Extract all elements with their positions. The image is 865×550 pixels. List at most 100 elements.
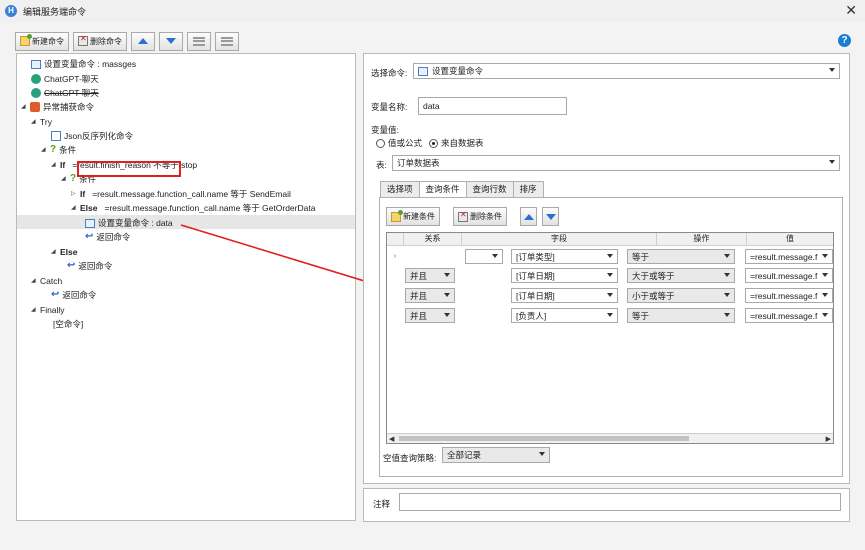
move-up-button[interactable] bbox=[131, 31, 155, 51]
delete-command-button[interactable]: 删除命令 bbox=[73, 31, 127, 51]
close-button[interactable]: ✕ bbox=[845, 3, 857, 17]
condition-grid[interactable]: 关系 字段 操作 值 › [订单类型] 等于 =result.message.f… bbox=[386, 232, 834, 444]
tab-sort[interactable]: 排序 bbox=[512, 181, 544, 197]
tree-item[interactable]: ▷ If =result.message.function_call.name … bbox=[71, 187, 291, 201]
collapsed-caret-icon[interactable]: ▷ bbox=[71, 187, 77, 201]
set-variable-icon bbox=[85, 218, 95, 228]
tree-item[interactable]: ◢ Try bbox=[31, 115, 52, 129]
expand-all-button[interactable] bbox=[187, 31, 211, 51]
move-down-button[interactable] bbox=[159, 31, 183, 51]
dropdown-arrow-icon bbox=[724, 313, 730, 317]
tree-item-label: 条件 bbox=[59, 145, 77, 155]
condition-up-button[interactable] bbox=[520, 207, 537, 226]
table-dropdown[interactable]: 订单数据表 bbox=[392, 155, 840, 171]
field-dropdown[interactable]: [订单日期] bbox=[511, 288, 618, 303]
tree-item-label: =result.message.function_call.name 等于 Se… bbox=[92, 189, 291, 199]
expand-caret-icon[interactable]: ◢ bbox=[31, 303, 37, 317]
notes-input[interactable] bbox=[399, 493, 841, 511]
scroll-left-icon[interactable]: ◀ bbox=[389, 435, 394, 443]
relation-dropdown[interactable]: 并且 bbox=[405, 288, 455, 303]
tree-item[interactable]: ◢ Else bbox=[51, 245, 78, 259]
tree-item-label: 异常捕获命令 bbox=[43, 102, 95, 112]
value-dropdown[interactable]: =result.message.f bbox=[745, 308, 833, 323]
tree-item[interactable]: ◢ 异常捕获命令 bbox=[21, 100, 94, 114]
field-value: [订单日期] bbox=[516, 290, 555, 301]
scroll-right-icon[interactable]: ▶ bbox=[826, 435, 831, 443]
tab-select-items[interactable]: 选择项 bbox=[380, 181, 420, 197]
tree-item-disabled[interactable]: ChatGPT-聊天 bbox=[31, 86, 99, 100]
tree-item-label: Json反序列化命令 bbox=[64, 131, 133, 141]
tree-keyword: Else bbox=[60, 247, 78, 257]
expand-caret-icon[interactable]: ◢ bbox=[51, 245, 57, 259]
table-label: 表: bbox=[376, 160, 387, 170]
collapse-all-button[interactable] bbox=[215, 31, 239, 51]
tree-item[interactable]: ↩ 返回命令 bbox=[85, 230, 130, 244]
delete-condition-label: 删除条件 bbox=[470, 212, 502, 221]
dropdown-arrow-icon bbox=[607, 273, 613, 277]
relation-dropdown[interactable]: 并且 bbox=[405, 308, 455, 323]
tree-item[interactable]: 设置变量命令 : massges bbox=[31, 57, 136, 71]
value-dropdown[interactable]: =result.message.f bbox=[745, 268, 833, 283]
relation-dropdown[interactable] bbox=[465, 249, 503, 264]
relation-dropdown[interactable]: 并且 bbox=[405, 268, 455, 283]
value-dropdown[interactable]: =result.message.f bbox=[745, 288, 833, 303]
variable-name-input[interactable]: data bbox=[418, 97, 567, 115]
tab-query-rows[interactable]: 查询行数 bbox=[465, 181, 514, 197]
new-command-button[interactable]: 新建命令 bbox=[15, 31, 69, 51]
expand-caret-icon[interactable]: ◢ bbox=[31, 115, 37, 129]
radio-table[interactable]: 来自数据表 bbox=[429, 137, 484, 149]
delete-icon bbox=[458, 210, 468, 222]
tree-item[interactable]: ◢ Catch bbox=[31, 274, 62, 288]
empty-strategy-value: 全部记录 bbox=[447, 450, 482, 460]
operation-dropdown[interactable]: 等于 bbox=[627, 308, 735, 323]
radio-formula-button[interactable] bbox=[376, 138, 385, 148]
tree-item[interactable]: ◢ ? 条件 bbox=[41, 143, 76, 157]
tree-item-label: Try bbox=[40, 117, 52, 127]
expand-caret-icon[interactable]: ◢ bbox=[41, 143, 47, 157]
expand-caret-icon[interactable]: ◢ bbox=[21, 100, 27, 114]
tree-item[interactable]: ↩ 返回命令 bbox=[51, 288, 96, 302]
dropdown-arrow-icon bbox=[822, 273, 828, 277]
command-tree[interactable]: 设置变量命令 : massges ChatGPT-聊天 ChatGPT-聊天 ◢… bbox=[16, 53, 356, 521]
condition-down-button[interactable] bbox=[542, 207, 559, 226]
expand-caret-icon[interactable]: ◢ bbox=[71, 201, 77, 215]
tree-item[interactable]: ◢ Finally bbox=[31, 303, 65, 317]
tree-item[interactable]: ◢ Else =result.message.function_call.nam… bbox=[71, 201, 315, 215]
expand-caret-icon[interactable]: ◢ bbox=[51, 158, 57, 172]
help-icon[interactable]: ? bbox=[838, 34, 851, 47]
radio-formula[interactable]: 值或公式 bbox=[376, 137, 422, 149]
return-icon: ↩ bbox=[67, 260, 76, 271]
select-command-value: 设置变量命令 bbox=[432, 66, 484, 76]
tree-item-label: Finally bbox=[40, 305, 65, 315]
tree-item-selected[interactable]: 设置变量命令 : data bbox=[85, 216, 173, 230]
tree-item[interactable]: ChatGPT-聊天 bbox=[31, 72, 99, 86]
scroll-thumb[interactable] bbox=[399, 436, 689, 441]
tree-item[interactable]: [空命令] bbox=[53, 317, 83, 331]
empty-strategy-dropdown[interactable]: 全部记录 bbox=[442, 447, 550, 463]
new-condition-button[interactable]: 新建条件 bbox=[386, 207, 440, 226]
value-text: =result.message.f bbox=[750, 251, 818, 262]
select-command-dropdown[interactable]: 设置变量命令 bbox=[413, 63, 840, 79]
operation-dropdown[interactable]: 等于 bbox=[627, 249, 735, 264]
operation-dropdown[interactable]: 小于或等于 bbox=[627, 288, 735, 303]
field-dropdown[interactable]: [负责人] bbox=[511, 308, 618, 323]
delete-condition-button[interactable]: 删除条件 bbox=[453, 207, 507, 226]
dropdown-arrow-icon bbox=[724, 273, 730, 277]
delete-command-label: 删除命令 bbox=[90, 36, 122, 46]
grid-corner bbox=[387, 233, 404, 246]
main-toolbar: 新建命令 删除命令 bbox=[15, 31, 239, 51]
value-dropdown[interactable]: =result.message.f bbox=[745, 249, 833, 264]
field-dropdown[interactable]: [订单日期] bbox=[511, 268, 618, 283]
tab-strip: 选择项 查询条件 查询行数 排序 bbox=[380, 181, 544, 198]
tree-item[interactable]: ↩ 返回命令 bbox=[67, 259, 112, 273]
operation-dropdown[interactable]: 大于或等于 bbox=[627, 268, 735, 283]
operation-value: 小于或等于 bbox=[632, 290, 675, 301]
arrow-up-icon bbox=[138, 38, 148, 44]
radio-table-button[interactable] bbox=[429, 138, 438, 148]
tab-query-conditions[interactable]: 查询条件 bbox=[418, 181, 467, 198]
horizontal-scrollbar[interactable]: ◀ ▶ bbox=[387, 433, 833, 443]
expand-caret-icon[interactable]: ◢ bbox=[61, 172, 67, 186]
expand-caret-icon[interactable]: ◢ bbox=[31, 274, 37, 288]
tree-item[interactable]: Json反序列化命令 bbox=[51, 129, 133, 143]
field-dropdown[interactable]: [订单类型] bbox=[511, 249, 618, 264]
